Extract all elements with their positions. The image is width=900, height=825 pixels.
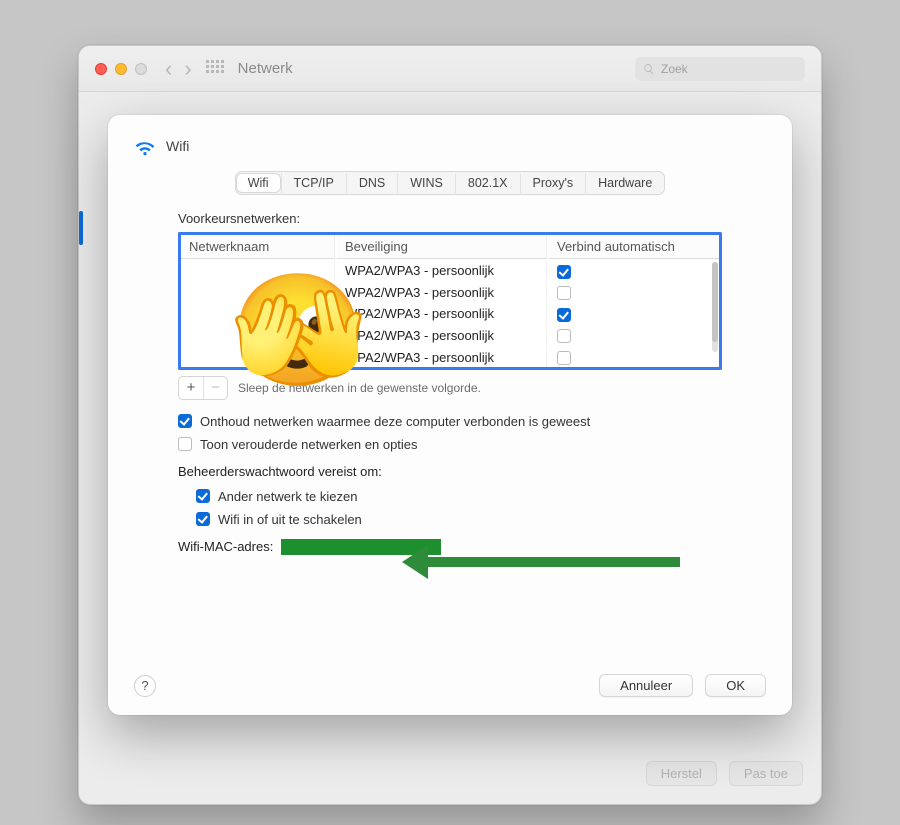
show-legacy-row: Toon verouderde netwerken en opties [178,437,722,452]
show-all-icon[interactable] [206,60,224,78]
network-security-cell: WPA2/WPA3 - persoonlijk [337,347,547,367]
window-controls [95,63,147,75]
tab-dns[interactable]: DNS [346,173,397,193]
network-auto-cell [549,304,719,324]
tab-proxy-s[interactable]: Proxy's [520,173,586,193]
col-network-name[interactable]: Netwerknaam [181,235,335,259]
search-icon [643,63,655,75]
help-button[interactable]: ? [134,675,156,697]
preferred-networks-table: Netwerknaam Beveiliging Verbind automati… [178,232,722,370]
minimize-window-button[interactable] [115,63,127,75]
network-auto-cell [549,347,719,367]
network-name-cell: HF [181,347,335,367]
remove-network-button[interactable]: − [203,377,227,399]
tab-802-1x[interactable]: 802.1X [455,173,520,193]
nav-arrows: ‹ › [165,58,192,80]
network-row[interactable]: WPA2/WPA3 - persoonlijk [181,326,719,346]
apply-button[interactable]: Pas toe [729,761,803,786]
back-button[interactable]: ‹ [165,58,172,80]
mac-address-label: Wifi-MAC-adres: [178,539,273,554]
tab-bar: WifiTCP/IPDNSWINS802.1XProxy'sHardware [134,171,766,195]
cancel-button[interactable]: Annuleer [599,674,693,697]
network-auto-cell [549,283,719,303]
network-name-cell [181,304,335,324]
mac-address-row: Wifi-MAC-adres: [178,539,722,555]
network-row[interactable]: WPA2/WPA3 - persoonlijk [181,261,719,281]
wifi-icon [134,135,156,157]
tab-hardware[interactable]: Hardware [585,173,664,193]
network-security-cell: WPA2/WPA3 - persoonlijk [337,326,547,346]
toggle-wifi-checkbox[interactable] [196,512,210,526]
table-controls-row: + − Sleep de netwerken in de gewenste vo… [178,376,722,400]
network-name-cell [181,283,335,303]
col-auto-connect[interactable]: Verbind automatisch [549,235,719,259]
search-field[interactable]: Zoek [635,57,805,81]
network-security-cell: WPA2/WPA3 - persoonlijk [337,304,547,324]
auto-connect-checkbox[interactable] [557,308,571,322]
sheet-footer: ? Annuleer OK [134,674,766,697]
zoom-window-button[interactable] [135,63,147,75]
network-name-cell [181,326,335,346]
choose-other-row: Ander netwerk te kiezen [196,489,722,504]
reset-button[interactable]: Herstel [646,761,717,786]
network-security-cell: WPA2/WPA3 - persoonlijk [337,261,547,281]
show-legacy-label: Toon verouderde netwerken en opties [200,437,418,452]
add-network-button[interactable]: + [179,377,203,399]
choose-other-checkbox[interactable] [196,489,210,503]
window-title: Netwerk [238,60,293,77]
add-remove-buttons: + − [178,376,228,400]
toggle-wifi-label: Wifi in of uit te schakelen [218,512,362,527]
sidebar-selection-highlight [79,211,83,245]
parent-window-actions: Herstel Pas toe [646,761,803,786]
wifi-advanced-sheet: Wifi WifiTCP/IPDNSWINS802.1XProxy'sHardw… [108,115,792,715]
show-legacy-checkbox[interactable] [178,437,192,451]
titlebar: ‹ › Netwerk Zoek [79,46,821,92]
sheet-title: Wifi [166,138,189,154]
auto-connect-checkbox[interactable] [557,329,571,343]
close-window-button[interactable] [95,63,107,75]
network-auto-cell [549,326,719,346]
ok-button[interactable]: OK [705,674,766,697]
choose-other-label: Ander netwerk te kiezen [218,489,357,504]
preferred-networks-label: Voorkeursnetwerken: [178,211,722,226]
network-row[interactable]: WPA2/WPA3 - persoonlijk [181,304,719,324]
drag-hint: Sleep de netwerken in de gewenste volgor… [238,381,481,395]
network-row[interactable]: WPA2/WPA3 - persoonlijk [181,283,719,303]
col-security[interactable]: Beveiliging [337,235,547,259]
table-scrollbar-thumb[interactable] [712,262,718,342]
auto-connect-checkbox[interactable] [557,286,571,300]
tab-tcp-ip[interactable]: TCP/IP [281,173,346,193]
forward-button[interactable]: › [184,58,191,80]
remember-networks-checkbox[interactable] [178,414,192,428]
network-name-cell [181,261,335,281]
remember-networks-row: Onthoud netwerken waarmee deze computer … [178,414,722,429]
sheet-header: Wifi [134,135,766,157]
toggle-wifi-row: Wifi in of uit te schakelen [196,512,722,527]
tab-wins[interactable]: WINS [397,173,455,193]
preferred-networks-section: Voorkeursnetwerken: Netwerknaam Beveilig… [134,211,766,555]
options-list: Onthoud netwerken waarmee deze computer … [178,414,722,527]
network-security-cell: WPA2/WPA3 - persoonlijk [337,283,547,303]
network-auto-cell [549,261,719,281]
mac-address-redacted [281,539,441,555]
network-row[interactable]: HFWPA2/WPA3 - persoonlijk [181,347,719,367]
remember-networks-label: Onthoud netwerken waarmee deze computer … [200,414,590,429]
admin-password-label: Beheerderswachtwoord vereist om: [178,464,722,479]
search-placeholder: Zoek [661,62,688,76]
tab-wifi[interactable]: Wifi [236,173,281,193]
auto-connect-checkbox[interactable] [557,351,571,365]
auto-connect-checkbox[interactable] [557,265,571,279]
